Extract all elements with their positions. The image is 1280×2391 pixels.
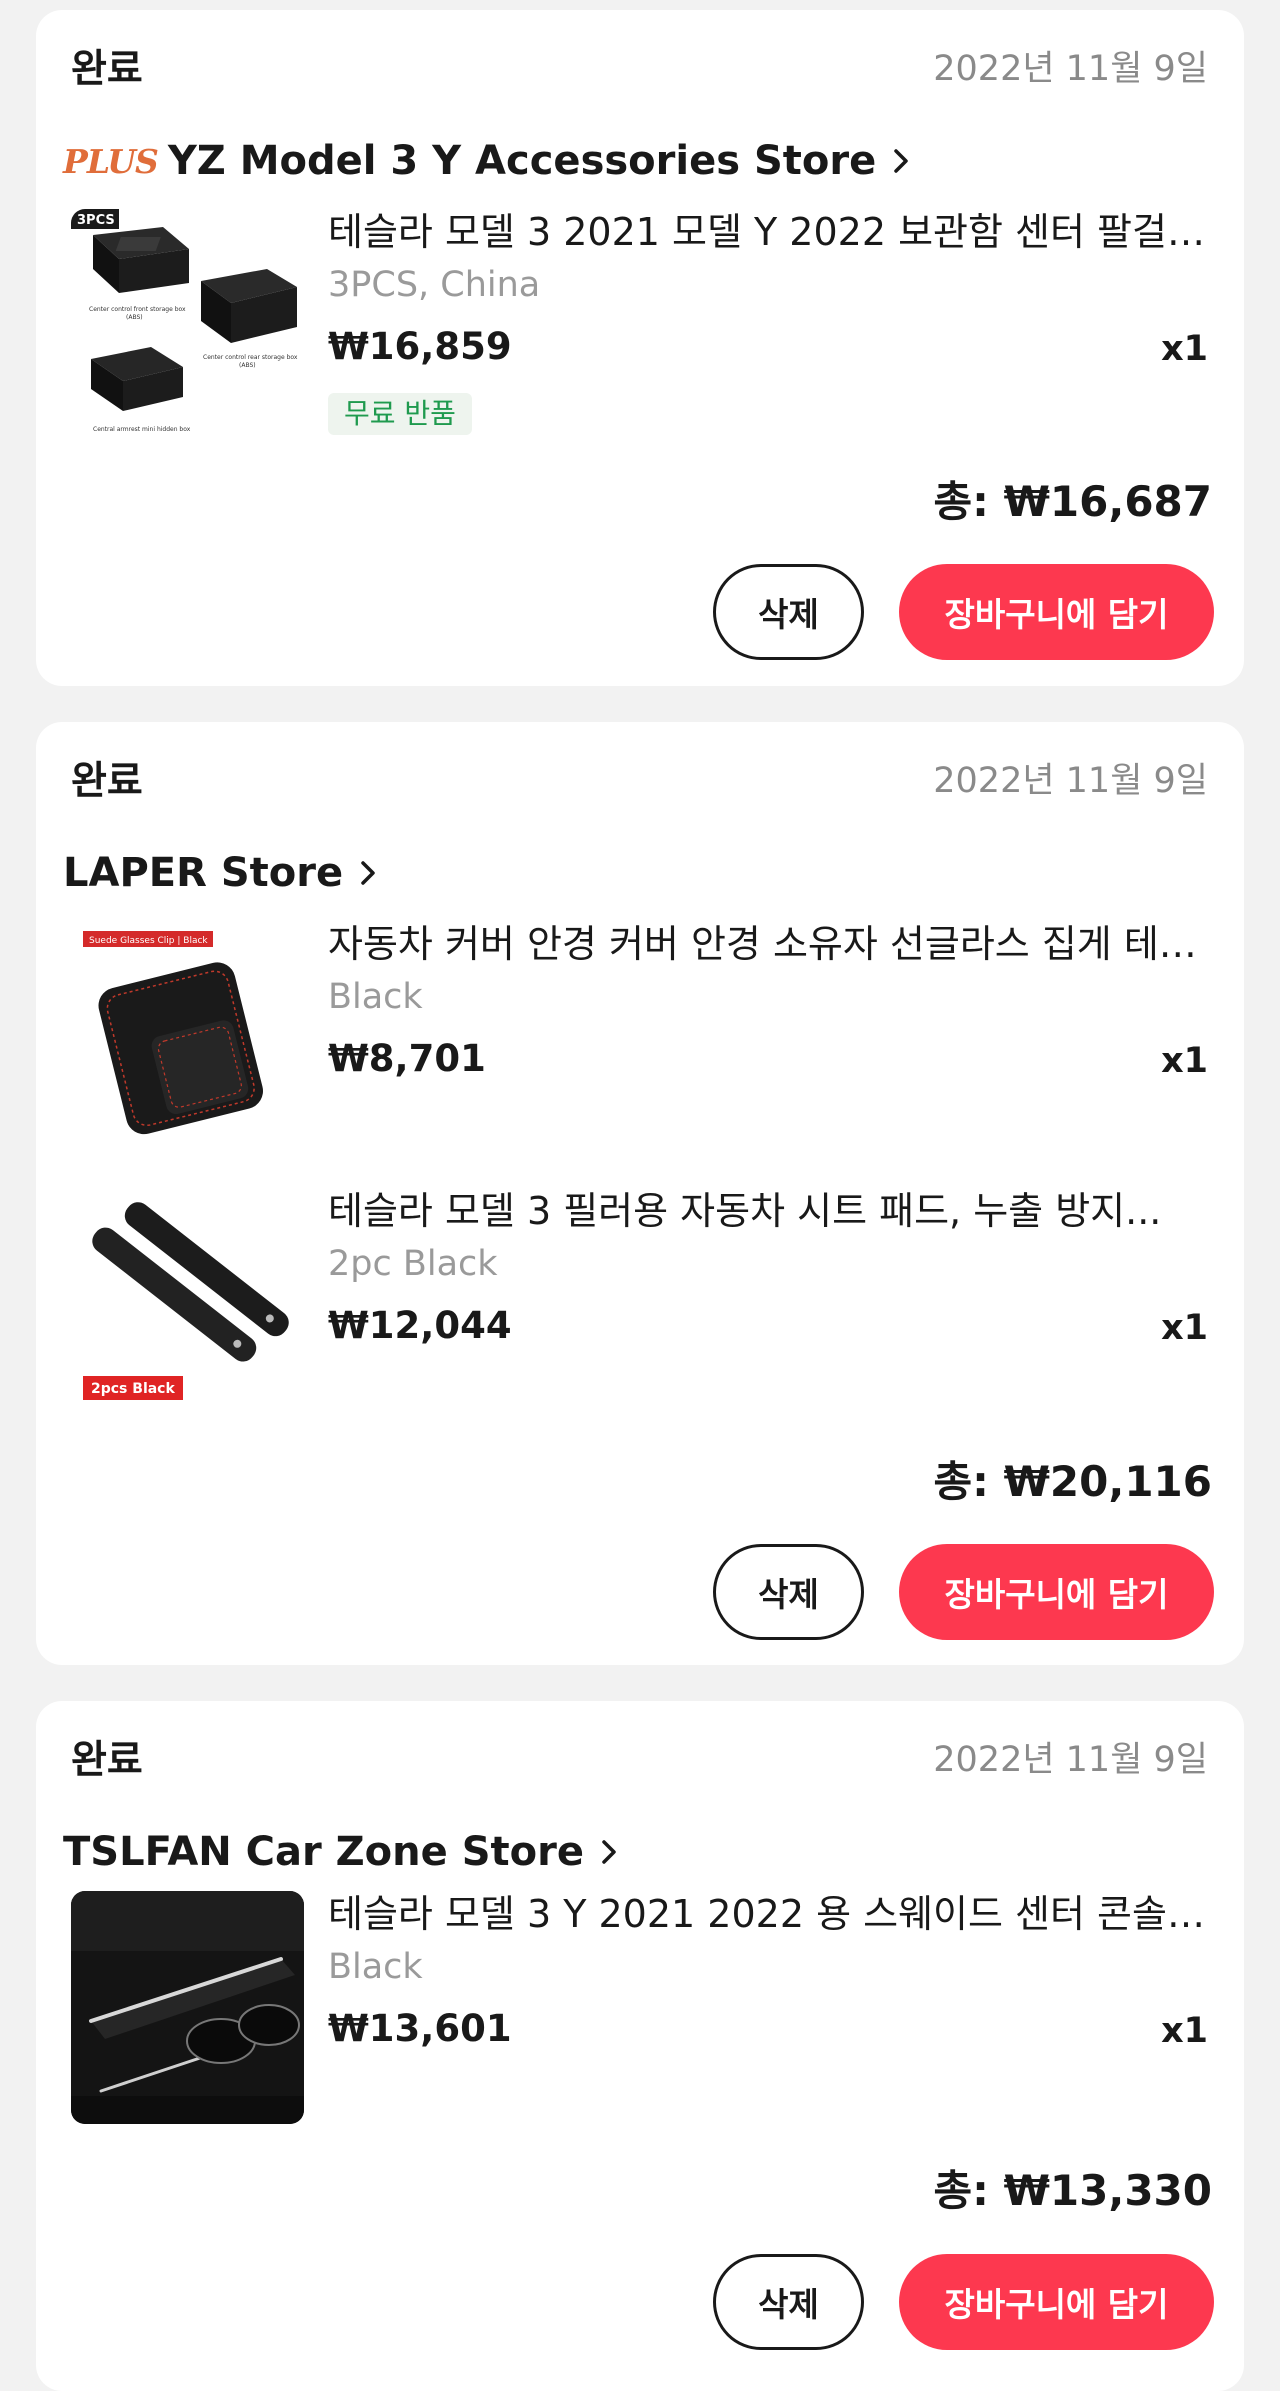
order-card: 완료 2022년 11월 9일 PLUS YZ Model 3 Y Access… (36, 10, 1244, 686)
order-status: 완료 (71, 47, 143, 92)
product-sku: 2pc Black (328, 1244, 498, 1284)
store-link[interactable]: PLUS YZ Model 3 Y Accessories Store (63, 131, 908, 191)
product-quantity: x1 (1161, 2011, 1208, 2051)
order-date: 2022년 11월 9일 (933, 761, 1208, 801)
thumb-label: Center control front storage box (89, 306, 186, 313)
store-link[interactable]: LAPER Store (63, 843, 375, 903)
order-card: 완료 2022년 11월 9일 TSLFAN Car Zone Store 테슬… (36, 1701, 1244, 2391)
thumb-tag: 3PCS (77, 213, 115, 228)
product-price: ₩13,601 (328, 2007, 512, 2050)
glasses-clip-image: Suede Glasses Clip | Black (71, 921, 304, 1154)
thumb-tag: 2pcs Black (91, 1381, 175, 1397)
add-to-cart-button[interactable]: 장바구니에 담기 (899, 564, 1214, 660)
chevron-right-icon (602, 1840, 616, 1864)
thumb-tag: Suede Glasses Clip | Black (89, 936, 208, 946)
product-price: ₩16,859 (328, 325, 512, 368)
product-price: ₩8,701 (328, 1037, 486, 1080)
store-name: LAPER Store (63, 850, 344, 896)
order-total: 총: ₩20,116 (933, 1457, 1212, 1506)
center-console-image (71, 1891, 304, 2124)
add-to-cart-button[interactable]: 장바구니에 담기 (899, 1544, 1214, 1640)
product-title[interactable]: 테슬라 모델 3 2021 모델 Y 2022 보관함 센터 팔걸이 수납 정리… (328, 201, 1208, 256)
free-return-badge: 무료 반품 (328, 393, 472, 435)
delete-button[interactable]: 삭제 (713, 1544, 864, 1640)
thumb-label: Central armrest mini hidden box (93, 426, 191, 433)
product-thumbnail[interactable]: 3PCS Center control front storage box (A… (71, 209, 304, 442)
product-sku: 3PCS, China (328, 265, 541, 305)
product-thumbnail[interactable]: Suede Glasses Clip | Black (71, 921, 304, 1154)
seat-gap-pad-image: 2pcs Black (71, 1188, 304, 1421)
thumb-label: (ABS) (239, 362, 256, 369)
order-status: 완료 (71, 1738, 143, 1783)
product-sku: Black (328, 977, 423, 1017)
order-total: 총: ₩13,330 (933, 2166, 1212, 2215)
product-title[interactable]: 자동차 커버 안경 커버 안경 소유자 선글라스 집게 테슬라 모델 (328, 913, 1208, 968)
product-sku: Black (328, 1947, 423, 1987)
delete-button[interactable]: 삭제 (713, 2254, 864, 2350)
order-date: 2022년 11월 9일 (933, 49, 1208, 89)
order-card: 완료 2022년 11월 9일 LAPER Store Suede Glasse… (36, 722, 1244, 1665)
product-quantity: x1 (1161, 1308, 1208, 1348)
store-name: YZ Model 3 Y Accessories Store (167, 138, 877, 184)
chevron-right-icon (894, 149, 908, 173)
thumb-label: Center control rear storage box (203, 354, 298, 361)
store-name: TSLFAN Car Zone Store (63, 1829, 584, 1875)
order-total: 총: ₩16,687 (933, 477, 1212, 526)
storage-box-image: 3PCS Center control front storage box (A… (71, 209, 304, 442)
thumb-label: (ABS) (126, 314, 143, 321)
product-thumbnail[interactable]: 2pcs Black (71, 1188, 304, 1421)
store-link[interactable]: TSLFAN Car Zone Store (63, 1822, 616, 1882)
delete-button[interactable]: 삭제 (713, 564, 864, 660)
add-to-cart-button[interactable]: 장바구니에 담기 (899, 2254, 1214, 2350)
chevron-right-icon (361, 861, 375, 885)
order-date: 2022년 11월 9일 (933, 1740, 1208, 1780)
product-price: ₩12,044 (328, 1304, 512, 1347)
product-thumbnail[interactable] (71, 1891, 304, 2124)
product-title[interactable]: 테슬라 모델 3 필러용 자동차 시트 패드, 누출 방지... (328, 1180, 1208, 1235)
product-quantity: x1 (1161, 1041, 1208, 1081)
plus-badge: PLUS (63, 141, 159, 181)
product-title[interactable]: 테슬라 모델 3 Y 2021 2022 용 스웨이드 센터 콘솔 커버 트림 (328, 1883, 1208, 1938)
product-quantity: x1 (1161, 329, 1208, 369)
order-status: 완료 (71, 759, 143, 804)
